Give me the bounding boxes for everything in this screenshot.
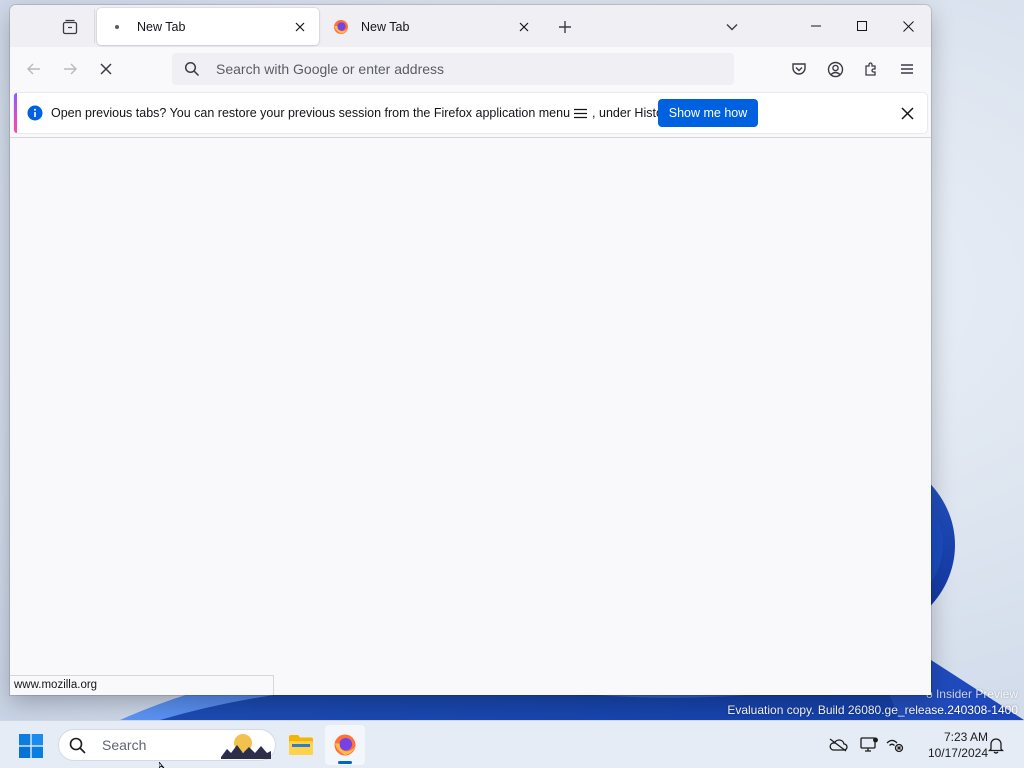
system-clock[interactable]: 7:23 AM 10/17/2024 — [912, 729, 988, 761]
search-label: Search — [102, 737, 147, 753]
menu-icon — [901, 64, 913, 74]
notifications-button[interactable] — [985, 734, 1007, 756]
back-button[interactable] — [19, 55, 49, 83]
file-explorer-icon — [289, 735, 313, 755]
tab-new-tab-active[interactable]: New Tab — [97, 8, 319, 45]
clock-time: 7:23 AM — [943, 730, 988, 744]
pocket-button[interactable] — [784, 55, 814, 83]
page-content[interactable] — [10, 138, 931, 695]
notification-accent — [14, 93, 17, 133]
file-explorer-button[interactable] — [281, 725, 321, 765]
display-icon — [860, 737, 878, 752]
minimize-icon — [811, 25, 821, 27]
running-indicator — [338, 761, 352, 764]
show-me-how-button[interactable]: Show me how — [658, 99, 758, 127]
account-icon — [827, 61, 843, 77]
tab-new-tab[interactable]: New Tab — [321, 8, 543, 45]
search-icon — [67, 735, 87, 755]
taskbar: Search 7:23 AM 10/17/2024 — [0, 720, 1024, 768]
tab-title: New Tab — [361, 19, 410, 34]
firefox-taskbar-button[interactable] — [325, 725, 365, 765]
account-button[interactable] — [820, 55, 850, 83]
menu-icon — [574, 108, 588, 119]
extensions-icon — [865, 62, 876, 76]
tab-title: New Tab — [137, 19, 186, 34]
info-icon — [27, 105, 43, 121]
network-icon — [886, 739, 904, 753]
chevron-down-icon — [726, 24, 738, 31]
watermark-line-2: Evaluation copy. Build 26080.ge_release.… — [727, 703, 1018, 717]
maximize-icon — [857, 21, 867, 31]
notification-text-1: Open previous tabs? You can restore your… — [51, 106, 571, 120]
minimize-button[interactable] — [793, 5, 839, 47]
url-input[interactable] — [216, 61, 696, 77]
windows-start-icon — [19, 734, 43, 758]
close-icon — [519, 22, 529, 31]
list-all-tabs-button[interactable] — [58, 15, 82, 39]
forward-icon — [64, 63, 77, 75]
taskbar-search[interactable]: Search — [58, 729, 276, 761]
application-menu-button[interactable] — [892, 55, 922, 83]
pocket-icon — [792, 63, 806, 75]
stop-icon — [100, 63, 112, 75]
back-icon — [27, 63, 40, 75]
clock-date: 10/17/2024 — [927, 746, 988, 760]
display-tray-button[interactable] — [858, 734, 880, 756]
navigation-toolbar — [10, 47, 931, 91]
search-icon — [182, 59, 202, 79]
close-icon — [295, 22, 305, 31]
tab-list-dropdown-button[interactable] — [720, 15, 744, 39]
notification-close-button[interactable] — [895, 101, 919, 125]
close-icon — [902, 20, 914, 32]
window-close-button[interactable] — [885, 5, 931, 47]
plus-icon — [559, 21, 571, 33]
search-highlight-image — [221, 734, 271, 759]
forward-button[interactable] — [55, 55, 85, 83]
tab-separator — [94, 9, 95, 43]
bell-icon — [988, 737, 1004, 754]
loading-dot-icon — [109, 19, 125, 35]
extensions-button[interactable] — [856, 55, 886, 83]
onedrive-tray-button[interactable] — [827, 734, 849, 756]
tab-close-button[interactable] — [515, 18, 533, 36]
onedrive-icon — [829, 738, 848, 752]
firefox-logo-icon — [333, 19, 349, 35]
tab-manager-icon — [62, 19, 78, 35]
firefox-window: New Tab New Tab Search with Google or en… — [10, 5, 931, 695]
address-bar[interactable] — [172, 53, 734, 85]
close-icon — [900, 106, 914, 120]
status-panel: www.mozilla.org — [10, 675, 274, 695]
tab-close-button[interactable] — [291, 18, 309, 36]
new-tab-button[interactable] — [553, 15, 577, 39]
mouse-cursor — [159, 762, 165, 768]
maximize-button[interactable] — [839, 5, 885, 47]
start-button[interactable] — [17, 732, 45, 760]
firefox-logo-icon — [334, 734, 356, 756]
notification-message: Open previous tabs? You can restore your… — [51, 106, 676, 120]
network-tray-button[interactable] — [884, 734, 906, 756]
tab-strip: New Tab New Tab — [10, 5, 931, 47]
session-restore-notification: Open previous tabs? You can restore your… — [14, 93, 927, 133]
stop-button[interactable] — [91, 55, 121, 83]
